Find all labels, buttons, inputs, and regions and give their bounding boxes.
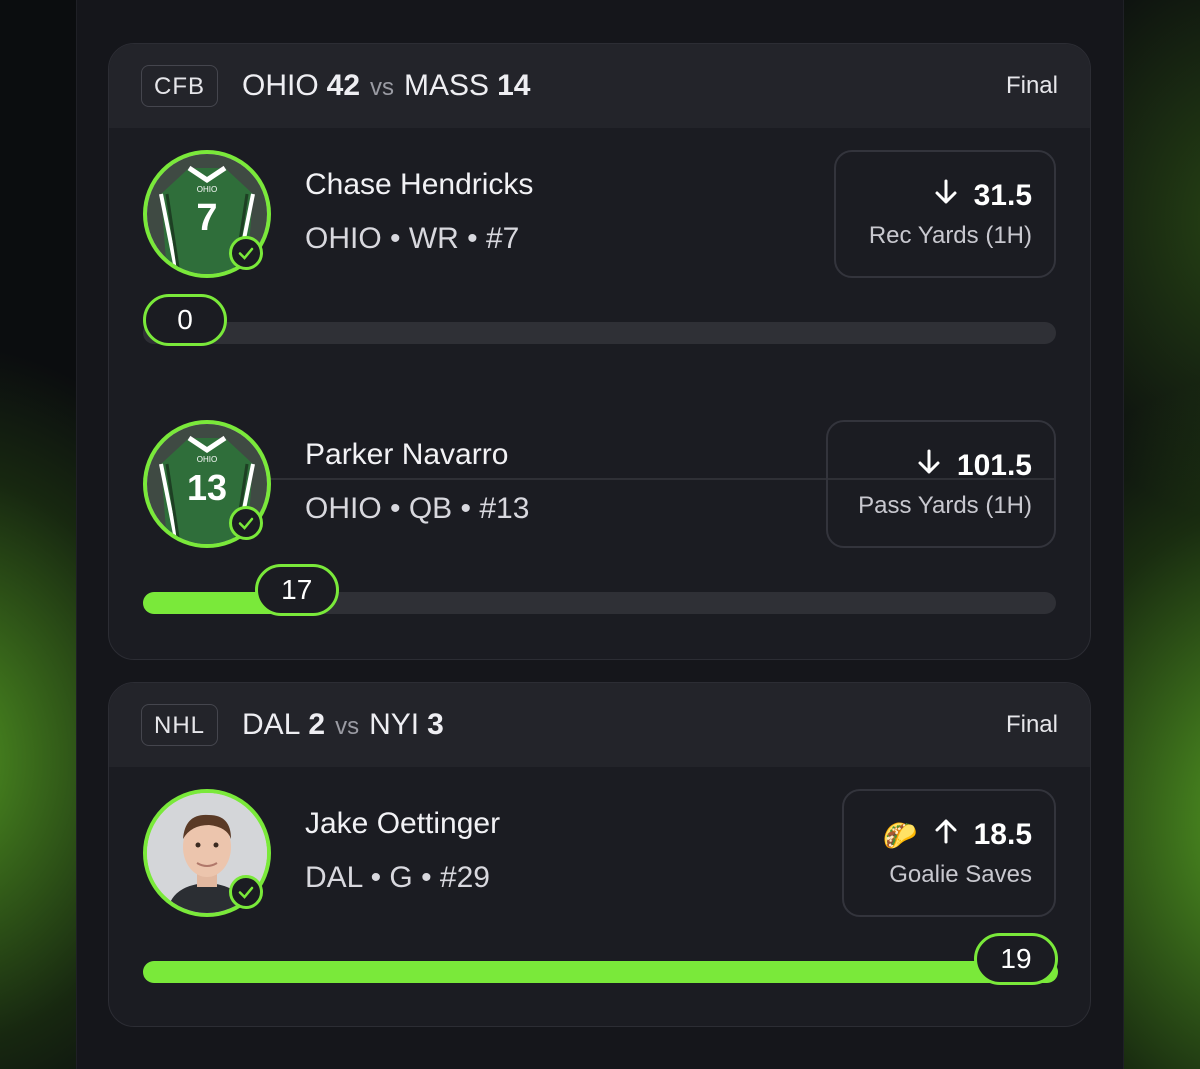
game-header: CFB OHIO 42 vs MASS 14 Final <box>109 44 1090 128</box>
player-row[interactable]: OHIO 13 Parker Navarro OHIO • QB • #13 1… <box>109 398 1090 659</box>
prop-box[interactable]: 101.5 Pass Yards (1H) <box>826 420 1056 548</box>
player-row[interactable]: Jake Oettinger DAL • G • #29 🌮 18.5 Goal… <box>109 767 1090 1026</box>
league-badge: NHL <box>141 704 219 746</box>
matchup: DAL 2 vs NYI 3 <box>242 708 444 742</box>
player-info: OHIO • WR • #7 <box>305 222 520 255</box>
progress-track <box>143 322 1056 344</box>
check-icon <box>229 506 263 540</box>
arrow-down-icon <box>932 178 960 214</box>
prop-stat: Goalie Saves <box>889 861 1032 888</box>
game-card-nhl[interactable]: NHL DAL 2 vs NYI 3 Final Jake Oettinger … <box>108 682 1091 1027</box>
prop-box[interactable]: 31.5 Rec Yards (1H) <box>834 150 1056 278</box>
game-status: Final <box>1005 711 1058 738</box>
jersey-text: OHIO <box>197 455 217 464</box>
team1-name: DAL <box>242 708 301 741</box>
prop-stat: Rec Yards (1H) <box>868 222 1032 249</box>
prop-line: 31.5 <box>973 179 1032 212</box>
game-header: NHL DAL 2 vs NYI 3 Final <box>109 683 1090 767</box>
player-info: DAL • G • #29 <box>305 861 490 894</box>
prop-line: 18.5 <box>973 818 1032 851</box>
team2-score: 14 <box>497 69 531 102</box>
progress-fill <box>143 961 1058 983</box>
progress-track <box>143 961 1058 983</box>
team1-score: 2 <box>308 708 326 741</box>
game-card-cfb[interactable]: CFB OHIO 42 vs MASS 14 Final OHIO 7 Chas <box>108 43 1091 660</box>
matchup: OHIO 42 vs MASS 14 <box>242 69 530 103</box>
team2-score: 3 <box>427 708 444 741</box>
player-name: Parker Navarro <box>305 438 509 471</box>
player-name: Jake Oettinger <box>305 807 501 840</box>
prop-stat: Pass Yards (1H) <box>858 492 1032 519</box>
vs-label: vs <box>335 713 360 740</box>
prop-box[interactable]: 🌮 18.5 Goalie Saves <box>842 789 1056 917</box>
arrow-down-icon <box>915 448 943 484</box>
progress-value-pill: 19 <box>974 933 1058 985</box>
prop-line: 101.5 <box>956 449 1032 482</box>
progress-value-pill: 0 <box>143 294 227 346</box>
jersey-number: 13 <box>187 467 227 508</box>
jersey-text: OHIO <box>197 185 217 194</box>
taco-icon: 🌮 <box>882 819 918 851</box>
check-icon <box>229 236 263 270</box>
vs-label: vs <box>370 74 395 101</box>
league-badge: CFB <box>141 65 218 107</box>
player-info: OHIO • QB • #13 <box>305 492 530 525</box>
check-icon <box>229 875 263 909</box>
team1-score: 42 <box>326 69 361 102</box>
team1-name: OHIO <box>242 69 319 102</box>
player-row[interactable]: OHIO 7 Chase Hendricks OHIO • WR • #7 31… <box>109 128 1090 480</box>
player-name: Chase Hendricks <box>305 168 534 201</box>
team2-name: NYI <box>369 708 420 741</box>
arrow-up-icon <box>932 817 960 853</box>
game-status: Final <box>1005 72 1058 99</box>
team2-name: MASS <box>404 69 490 102</box>
jersey-number: 7 <box>196 197 217 239</box>
progress-value-pill: 17 <box>254 564 339 616</box>
